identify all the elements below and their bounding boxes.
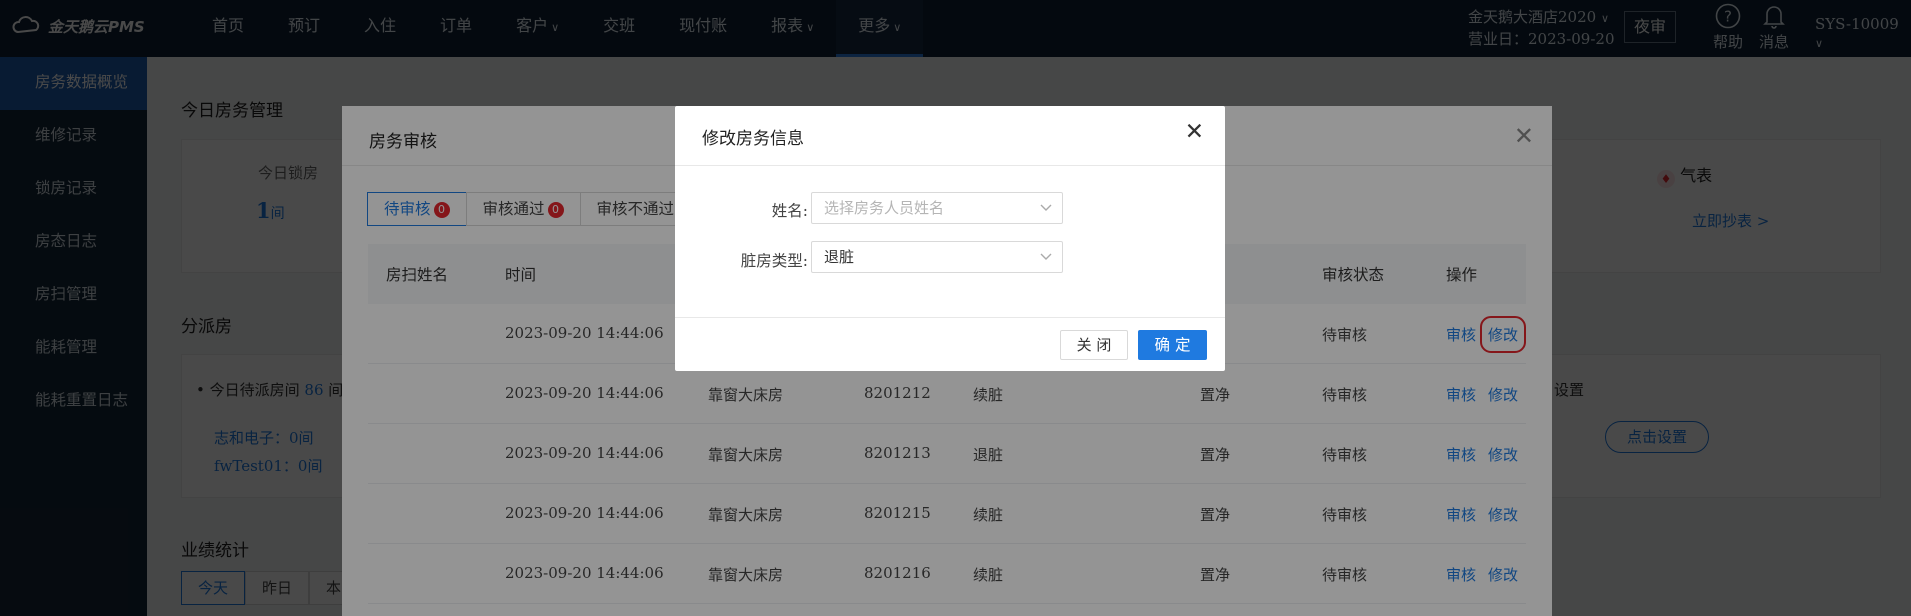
- name-select[interactable]: 选择房务人员姓名: [811, 192, 1063, 224]
- chevron-down-icon: [1040, 204, 1052, 211]
- divider: [675, 317, 1225, 318]
- close-button[interactable]: 关 闭: [1060, 330, 1128, 360]
- divider: [675, 165, 1225, 166]
- edit-room-modal: 修改房务信息 ✕ 姓名: 选择房务人员姓名 脏房类型: 退脏 关 闭 确 定: [675, 106, 1225, 371]
- dirty-type-label: 脏房类型:: [740, 252, 808, 270]
- name-label: 姓名:: [771, 202, 808, 220]
- close-icon[interactable]: ✕: [1185, 119, 1204, 145]
- confirm-button[interactable]: 确 定: [1138, 330, 1207, 360]
- dirty-type-select[interactable]: 退脏: [811, 241, 1063, 273]
- chevron-down-icon: [1040, 253, 1052, 260]
- modal-title: 修改房务信息: [702, 129, 804, 149]
